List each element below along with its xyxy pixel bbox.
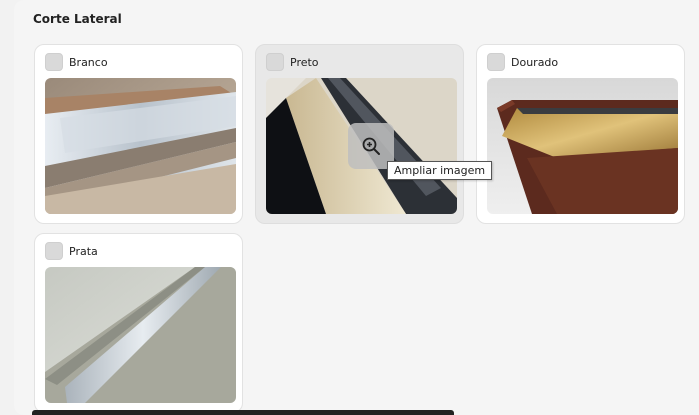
option-card-dourado[interactable]: Dourado xyxy=(476,44,685,224)
option-image-prata xyxy=(45,267,236,403)
option-card-branco[interactable]: Branco xyxy=(34,44,243,224)
checkbox-prata[interactable] xyxy=(45,242,63,260)
checkbox-dourado[interactable] xyxy=(487,53,505,71)
zoom-in-icon xyxy=(362,137,380,155)
bottom-scrollbar[interactable] xyxy=(32,410,454,415)
section-title: Corte Lateral xyxy=(33,12,122,26)
option-label-branco: Branco xyxy=(69,55,108,69)
checkbox-preto[interactable] xyxy=(266,53,284,71)
option-label-preto: Preto xyxy=(290,55,319,69)
option-card-prata[interactable]: Prata xyxy=(34,233,243,413)
checkbox-branco[interactable] xyxy=(45,53,63,71)
option-label-prata: Prata xyxy=(69,244,98,258)
option-image-dourado xyxy=(487,78,678,214)
option-label-dourado: Dourado xyxy=(511,55,559,69)
zoom-tooltip: Ampliar imagem xyxy=(387,161,493,180)
option-image-branco xyxy=(45,78,236,214)
option-image-preto xyxy=(266,78,457,214)
option-card-preto[interactable]: Preto xyxy=(255,44,464,224)
